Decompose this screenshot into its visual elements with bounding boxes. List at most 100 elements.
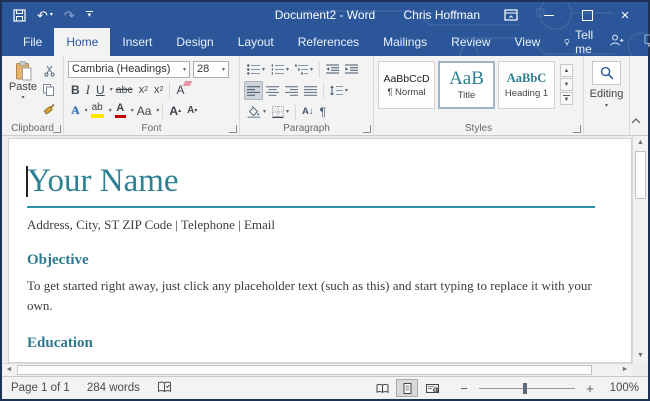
style-heading1[interactable]: AaBbC Heading 1 [498, 61, 555, 109]
paste-button[interactable]: Paste ▾ [6, 59, 40, 122]
underline-button[interactable]: U [93, 80, 108, 99]
tab-review[interactable]: Review [439, 28, 502, 56]
copy-button[interactable] [40, 82, 58, 97]
ribbon-display-options-button[interactable] [504, 8, 518, 22]
education-heading[interactable]: Education [27, 335, 595, 352]
change-case-arrow-icon[interactable]: ▾ [156, 107, 159, 114]
bold-button[interactable]: B [68, 80, 83, 99]
vertical-scroll-thumb[interactable] [635, 151, 646, 199]
font-family-combobox[interactable]: Cambria (Headings)▾ [68, 61, 190, 78]
numbering-button[interactable]: ▾ [268, 60, 292, 79]
scroll-up-button[interactable]: ▲ [633, 136, 648, 150]
scroll-down-button[interactable]: ▼ [633, 349, 648, 363]
increase-indent-button[interactable] [342, 60, 361, 79]
read-mode-button[interactable] [371, 379, 393, 397]
line-spacing-arrow-icon[interactable]: ▾ [345, 87, 348, 94]
font-dialog-launcher[interactable] [229, 125, 237, 133]
line-spacing-button[interactable]: ▾ [327, 81, 351, 100]
objective-heading[interactable]: Objective [27, 252, 595, 269]
styles-dialog-launcher[interactable] [573, 125, 581, 133]
signed-in-user[interactable]: Chris Hoffman [404, 8, 480, 22]
italic-button[interactable]: I [83, 80, 93, 99]
word-count[interactable]: 284 words [87, 382, 140, 394]
restore-button[interactable] [580, 8, 594, 22]
center-button[interactable] [263, 81, 282, 100]
tell-me-box[interactable]: Tell me [552, 28, 609, 56]
text-effects-button[interactable]: A [68, 101, 83, 120]
collapse-ribbon-button[interactable] [631, 111, 641, 129]
numbering-arrow-icon[interactable]: ▾ [286, 66, 289, 73]
styles-more-button[interactable]: ▼ [560, 92, 573, 105]
zoom-in-button[interactable]: + [584, 381, 596, 396]
scroll-left-button[interactable]: ◄ [2, 364, 16, 376]
multilevel-list-button[interactable]: ▾ [292, 60, 316, 79]
undo-button[interactable]: ↶▾ [37, 9, 53, 22]
close-button[interactable]: × [618, 8, 632, 22]
shading-button[interactable]: ▾ [244, 102, 269, 121]
proofing-button[interactable] [157, 381, 172, 396]
objective-body[interactable]: To get started right away, just click an… [27, 276, 595, 316]
clear-formatting-button[interactable]: A [173, 80, 187, 99]
editing-group-label[interactable]: Editing [590, 88, 624, 100]
paragraph-dialog-launcher[interactable] [363, 125, 371, 133]
borders-button[interactable]: ▾ [269, 102, 292, 121]
find-button[interactable] [592, 61, 621, 85]
editing-arrow-icon[interactable]: ▾ [605, 102, 608, 109]
change-case-button[interactable]: Aa [134, 101, 155, 120]
tab-mailings[interactable]: Mailings [371, 28, 439, 56]
shading-arrow-icon[interactable]: ▾ [263, 108, 266, 115]
shrink-font-button[interactable]: A▾ [184, 101, 200, 120]
tab-references[interactable]: References [286, 28, 371, 56]
tab-insert[interactable]: Insert [110, 28, 164, 56]
horizontal-scrollbar[interactable]: ◄ ► [2, 363, 632, 376]
styles-scroll-down-button[interactable]: ▼ [560, 78, 573, 91]
style-title[interactable]: AaB Title [438, 61, 495, 109]
grow-font-button[interactable]: A▴ [166, 101, 184, 120]
tab-design[interactable]: Design [164, 28, 225, 56]
zoom-out-button[interactable]: − [458, 381, 470, 396]
align-right-button[interactable] [282, 81, 301, 100]
highlight-button[interactable]: ab [88, 101, 107, 120]
vertical-scrollbar[interactable]: ▲ ▼ [632, 136, 648, 363]
paste-dropdown-arrow-icon[interactable]: ▾ [21, 94, 24, 101]
multilevel-arrow-icon[interactable]: ▾ [310, 66, 313, 73]
web-layout-button[interactable] [421, 379, 443, 397]
undo-dropdown-arrow-icon[interactable]: ▾ [50, 12, 53, 18]
justify-button[interactable] [301, 81, 320, 100]
cut-button[interactable] [40, 63, 58, 78]
save-button[interactable] [13, 9, 26, 22]
superscript-button[interactable]: x2 [151, 80, 166, 99]
document-title[interactable]: Your Name [27, 163, 595, 208]
zoom-slider[interactable] [479, 388, 575, 389]
horizontal-scroll-thumb[interactable] [17, 365, 592, 375]
tab-file[interactable]: File [11, 28, 54, 56]
sort-button[interactable]: A↓ [299, 102, 317, 121]
clipboard-dialog-launcher[interactable] [53, 125, 61, 133]
document-page[interactable]: Your Name Address, City, ST ZIP Code | T… [8, 138, 632, 363]
styles-scroll-up-button[interactable]: ▲ [560, 64, 573, 77]
zoom-slider-handle[interactable] [523, 383, 527, 394]
decrease-indent-button[interactable] [323, 60, 342, 79]
tab-view[interactable]: View [503, 28, 553, 56]
bullets-button[interactable]: ▾ [244, 60, 268, 79]
show-hide-button[interactable]: ¶ [317, 102, 329, 121]
customize-quick-access-button[interactable]: ▾ [86, 11, 93, 19]
zoom-level[interactable]: 100% [605, 382, 639, 394]
format-painter-button[interactable] [40, 101, 58, 116]
tab-home[interactable]: Home [54, 28, 110, 56]
feedback-button[interactable] [644, 34, 650, 50]
strikethrough-button[interactable]: abc [113, 80, 136, 99]
share-button[interactable] [609, 34, 624, 50]
scroll-right-button[interactable]: ► [618, 364, 632, 376]
page-indicator[interactable]: Page 1 of 1 [11, 382, 70, 394]
contact-line[interactable]: Address, City, ST ZIP Code | Telephone |… [27, 217, 595, 233]
print-layout-button[interactable] [396, 379, 418, 397]
font-size-combobox[interactable]: 28▾ [193, 61, 229, 78]
style-normal[interactable]: AaBbCcD ¶ Normal [378, 61, 435, 109]
subscript-button[interactable]: x2 [136, 80, 151, 99]
font-color-button[interactable]: A [112, 101, 129, 120]
borders-arrow-icon[interactable]: ▾ [286, 108, 289, 115]
tab-layout[interactable]: Layout [226, 28, 286, 56]
bullets-arrow-icon[interactable]: ▾ [262, 66, 265, 73]
minimize-button[interactable] [542, 8, 556, 22]
